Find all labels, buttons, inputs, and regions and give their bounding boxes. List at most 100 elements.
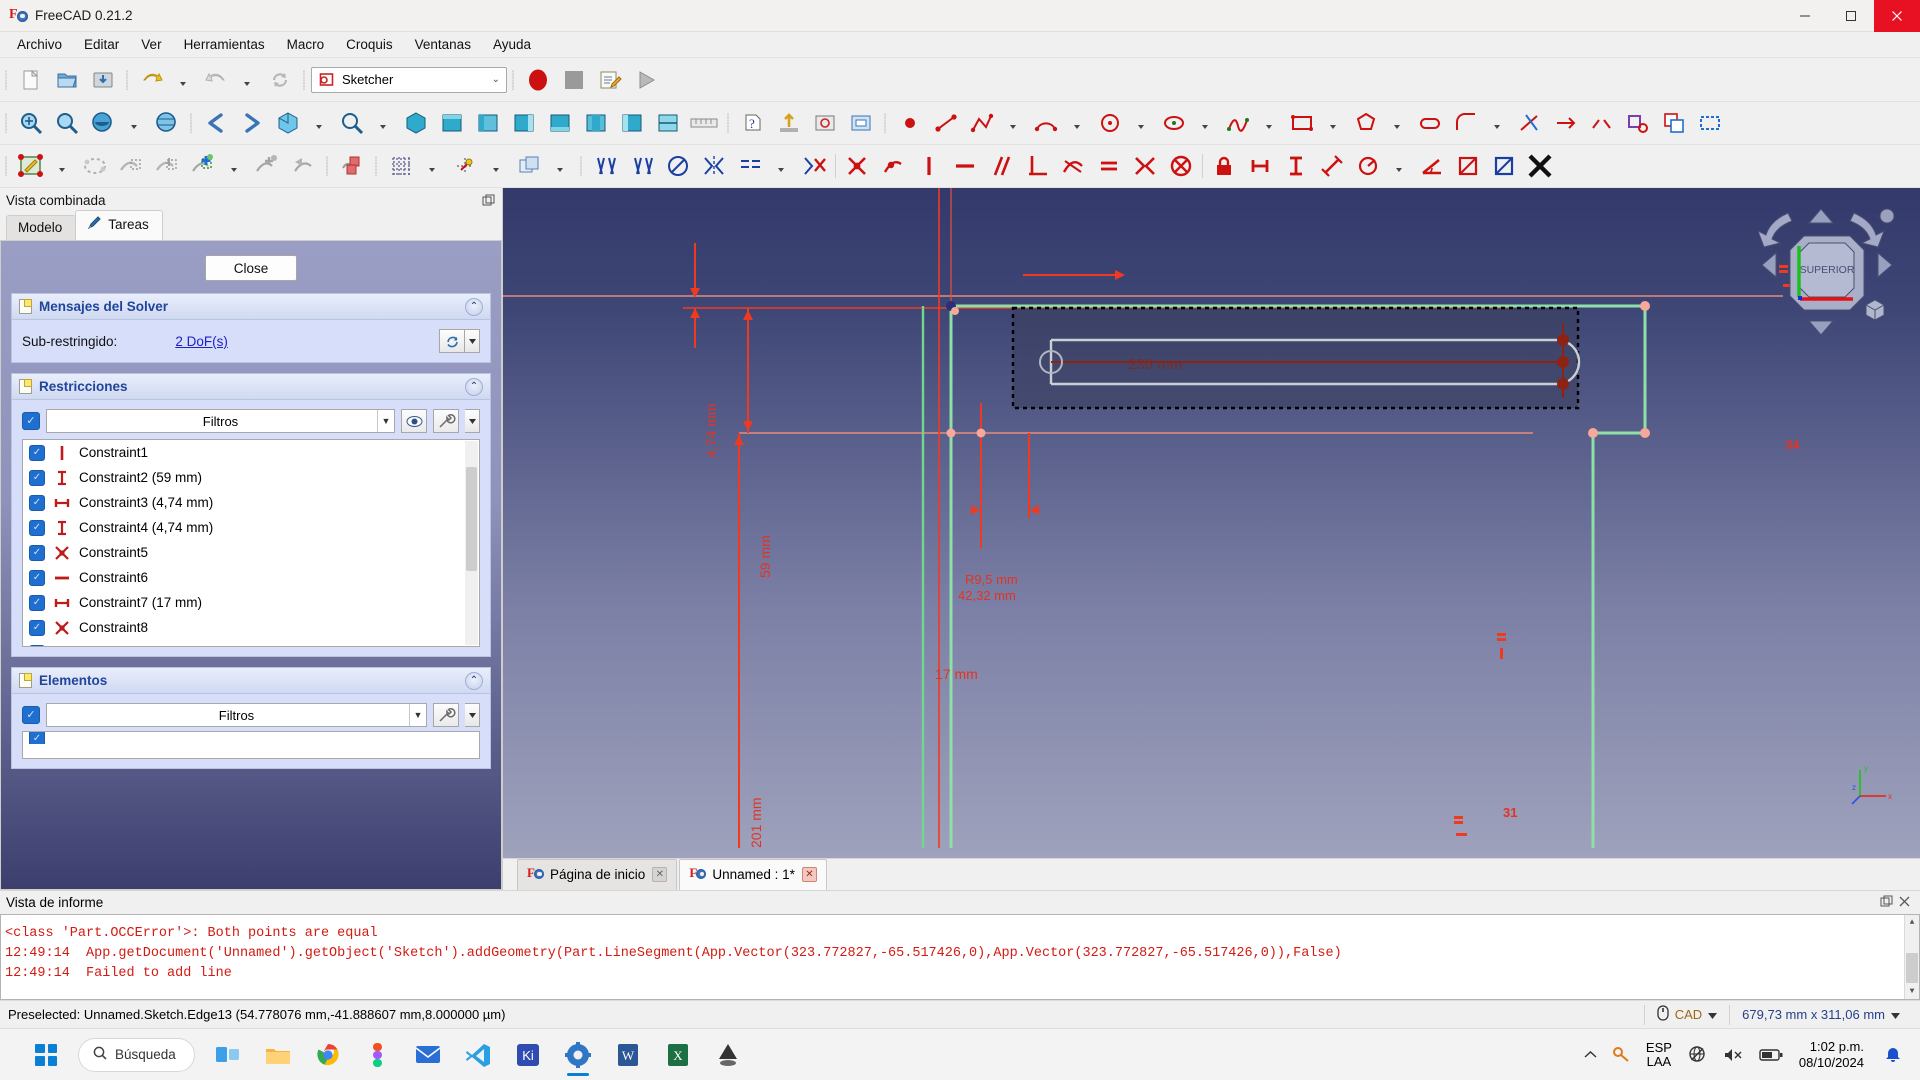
elements-list[interactable]: [22, 731, 480, 759]
constraints-list[interactable]: Constraint1 Constraint2 (59 mm) Constrai: [22, 439, 480, 647]
constrain-distance-x-icon[interactable]: [1242, 148, 1278, 184]
element-visibility-checkbox[interactable]: [29, 732, 45, 744]
map-sketch-icon[interactable]: [77, 148, 113, 184]
fit-all-icon[interactable]: [13, 105, 49, 141]
undock-icon[interactable]: [480, 192, 496, 208]
list-item[interactable]: Constraint1: [23, 440, 479, 465]
constraints-header[interactable]: Restricciones ⌃: [11, 373, 491, 399]
toolbar-grip[interactable]: [725, 110, 732, 136]
slot-icon[interactable]: [1412, 105, 1448, 141]
split-icon[interactable]: [1584, 105, 1620, 141]
create-link-icon[interactable]: [843, 105, 879, 141]
bottom-view-icon[interactable]: [578, 105, 614, 141]
toolbar-grip[interactable]: [578, 153, 585, 179]
toolbar-grip[interactable]: [301, 67, 308, 93]
conic-dropdown-icon[interactable]: [1192, 105, 1220, 141]
toolbar-grip[interactable]: [3, 67, 10, 93]
macro-stop-icon[interactable]: [556, 62, 592, 98]
mail-icon[interactable]: [405, 1032, 451, 1078]
toolbar-grip[interactable]: [510, 67, 517, 93]
scrollbar-thumb[interactable]: [1906, 953, 1918, 983]
snap-dropdown-icon[interactable]: [483, 148, 511, 184]
view-section-icon[interactable]: [334, 148, 370, 184]
scroll-down-icon[interactable]: ▼: [1905, 984, 1919, 999]
section-view-icon[interactable]: [650, 105, 686, 141]
constrain-equal-icon[interactable]: [1091, 148, 1127, 184]
menu-herramientas[interactable]: Herramientas: [173, 34, 276, 55]
zoom-icon[interactable]: [334, 105, 370, 141]
bell-icon[interactable]: [1876, 1033, 1910, 1077]
close-panel-icon[interactable]: [1899, 895, 1910, 910]
maximize-button[interactable]: [1828, 0, 1874, 32]
fillet-dropdown-icon[interactable]: [1484, 105, 1512, 141]
constraint-visibility-checkbox[interactable]: [29, 494, 45, 511]
key-icon[interactable]: [1605, 1033, 1638, 1077]
constrain-distance-y-icon[interactable]: [1278, 148, 1314, 184]
report-scrollbar[interactable]: ▲ ▼: [1904, 915, 1919, 999]
render-order-icon[interactable]: [511, 148, 547, 184]
mirror-sketch-icon[interactable]: [249, 148, 285, 184]
open-folder-icon[interactable]: [49, 62, 85, 98]
edit-sketch-icon[interactable]: [13, 148, 49, 184]
constraint-visibility-checkbox[interactable]: [29, 644, 45, 646]
constrain-point-on-object-icon[interactable]: [875, 148, 911, 184]
constraint-visibility-checkbox[interactable]: [29, 594, 45, 611]
refresh-solver-icon[interactable]: [439, 329, 465, 353]
delete-constraint-icon[interactable]: [1522, 148, 1558, 184]
chevron-up-icon[interactable]: ⌃: [465, 297, 483, 316]
kicad-icon[interactable]: Ki: [505, 1032, 551, 1078]
polyline-dropdown-icon[interactable]: [1000, 105, 1028, 141]
dimension-readout-cell[interactable]: 679,73 mm x 311,06 mm: [1729, 1004, 1912, 1025]
measure-icon[interactable]: [686, 105, 722, 141]
toolbar-grip[interactable]: [882, 110, 889, 136]
report-view-output[interactable]: <class 'Part.OCCError'>: Both points are…: [0, 914, 1920, 1000]
arc-icon[interactable]: [1028, 105, 1064, 141]
minimize-button[interactable]: [1782, 0, 1828, 32]
polyline-icon[interactable]: [964, 105, 1000, 141]
close-task-button[interactable]: Close: [205, 255, 297, 281]
elements-select-all-checkbox[interactable]: [22, 706, 40, 724]
toolbar-grip[interactable]: [188, 110, 195, 136]
constrain-distance-pair-icon[interactable]: [624, 148, 660, 184]
toolbar-grip[interactable]: [373, 153, 380, 179]
list-item[interactable]: Constraint4 (4,74 mm): [23, 515, 479, 540]
merge-sketch-icon[interactable]: [185, 148, 221, 184]
rectangle-dropdown-icon[interactable]: [1320, 105, 1348, 141]
menu-croquis[interactable]: Croquis: [335, 34, 404, 55]
point-icon[interactable]: [892, 105, 928, 141]
constraint-visibility-checkbox[interactable]: [29, 569, 45, 586]
constraints-settings-dropdown-icon[interactable]: [465, 409, 480, 433]
whats-this-icon[interactable]: ?: [735, 105, 771, 141]
constrain-block-icon[interactable]: [660, 148, 696, 184]
menu-ayuda[interactable]: Ayuda: [482, 34, 542, 55]
toolbar-grip[interactable]: [3, 153, 10, 179]
figma-icon[interactable]: [355, 1032, 401, 1078]
constrain-dimension-icon[interactable]: [588, 148, 624, 184]
arrow-left-icon[interactable]: [198, 105, 234, 141]
scroll-up-icon[interactable]: ▲: [1905, 915, 1919, 930]
elements-settings-dropdown-icon[interactable]: [465, 703, 480, 727]
constrain-vertical-icon[interactable]: [911, 148, 947, 184]
document-tab-start-page[interactable]: F Página de inicio ✕: [517, 859, 678, 890]
undo-icon[interactable]: [134, 62, 170, 98]
macro-execute-icon[interactable]: [628, 62, 664, 98]
merge-sketch-dropdown-icon[interactable]: [221, 148, 249, 184]
redo-icon[interactable]: [198, 62, 234, 98]
arrow-right-icon[interactable]: [234, 105, 270, 141]
list-item[interactable]: Constraint2 (59 mm): [23, 465, 479, 490]
language-indicator[interactable]: ESP LAA: [1638, 1033, 1680, 1077]
excel-icon[interactable]: X: [655, 1032, 701, 1078]
create-part-icon[interactable]: [771, 105, 807, 141]
left-view-icon[interactable]: [614, 105, 650, 141]
chrome-icon[interactable]: [305, 1032, 351, 1078]
right-view-icon[interactable]: [506, 105, 542, 141]
constraint-visibility-checkbox[interactable]: [29, 544, 45, 561]
fillet-icon[interactable]: [1448, 105, 1484, 141]
snap-icon[interactable]: [447, 148, 483, 184]
circle-dropdown-icon[interactable]: [1128, 105, 1156, 141]
carbon-copy-icon[interactable]: [1656, 105, 1692, 141]
line-icon[interactable]: [928, 105, 964, 141]
constrain-perpendicular-icon[interactable]: [1019, 148, 1055, 184]
tab-close-icon[interactable]: ✕: [801, 867, 817, 882]
constrain-snell-icon[interactable]: [1450, 148, 1486, 184]
